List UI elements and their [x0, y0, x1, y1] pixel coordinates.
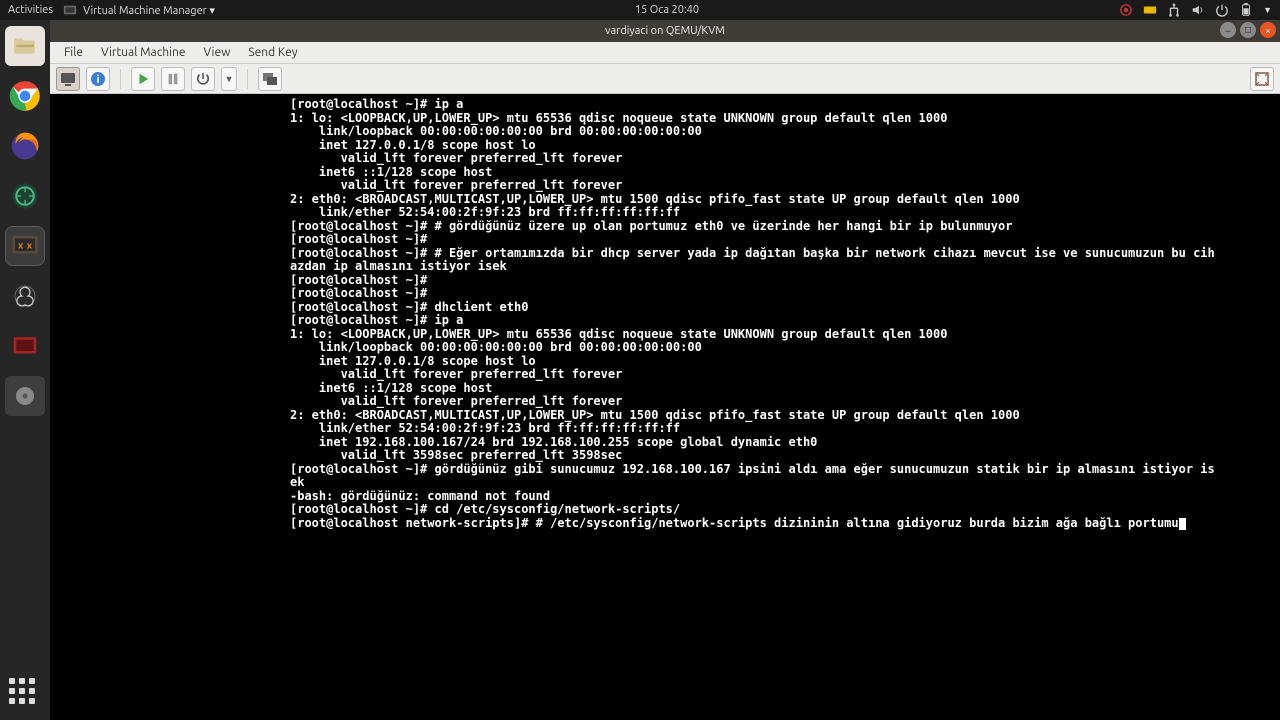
dock-files[interactable]: [5, 26, 45, 66]
keyboard-icon[interactable]: [1143, 3, 1157, 17]
chevron-down-icon[interactable]: ▼: [1263, 5, 1272, 15]
gnome-top-panel: Activities Virtual Machine Manager ▾ 15 …: [0, 0, 1280, 20]
menubar: File Virtual Machine View Send Key: [50, 42, 1280, 64]
monitor-icon: [60, 71, 76, 87]
snapshot-icon: [262, 71, 278, 87]
battery-icon[interactable]: [1239, 3, 1253, 17]
close-button[interactable]: ×: [1260, 22, 1276, 38]
chevron-down-icon: ▼: [225, 74, 234, 84]
firefox-icon: [9, 130, 41, 162]
menu-sendkey[interactable]: Send Key: [240, 44, 305, 61]
svg-text:i: i: [96, 74, 99, 86]
app-menu-label: Virtual Machine Manager ▾: [83, 4, 215, 17]
fullscreen-button[interactable]: [1250, 67, 1274, 91]
vmm-icon: [63, 3, 77, 17]
disk-icon: [13, 384, 37, 408]
show-apps-button[interactable]: [9, 678, 41, 710]
dock-firefox[interactable]: [5, 126, 45, 166]
minimize-button[interactable]: −: [1220, 22, 1236, 38]
network-icon[interactable]: [1167, 3, 1181, 17]
dock-app-green[interactable]: [5, 176, 45, 216]
snapshot-button[interactable]: [258, 67, 282, 91]
dock: [0, 20, 50, 720]
volume-icon[interactable]: [1191, 3, 1205, 17]
vm-console[interactable]: [root@localhost ~]# ip a 1: lo: <LOOPBAC…: [50, 94, 1280, 720]
folder-icon: [12, 33, 38, 59]
app-menu[interactable]: Virtual Machine Manager ▾: [63, 3, 215, 17]
toolbar: i ▼: [50, 64, 1280, 94]
separator: [247, 69, 248, 89]
record-icon[interactable]: [1119, 3, 1133, 17]
window-title: vardiyaci on QEMU/KVM: [50, 25, 1280, 37]
pause-button[interactable]: [161, 67, 185, 91]
menu-file[interactable]: File: [56, 44, 91, 61]
separator: [120, 69, 121, 89]
pause-icon: [166, 72, 180, 86]
screenshot-icon: [10, 331, 40, 361]
vm-window: vardiyaci on QEMU/KVM − □ × File Virtual…: [50, 20, 1280, 720]
power-icon: [196, 72, 210, 86]
activities-button[interactable]: Activities: [8, 4, 53, 16]
green-app-icon: [10, 181, 40, 211]
clock[interactable]: 15 Oca 20:40: [215, 4, 1119, 16]
dock-chrome[interactable]: [5, 76, 45, 116]
power-icon[interactable]: [1215, 3, 1229, 17]
info-icon: i: [90, 71, 106, 87]
menu-view[interactable]: View: [196, 44, 239, 61]
dock-screenshot[interactable]: [5, 326, 45, 366]
vmm-icon: [10, 231, 40, 261]
dock-obs[interactable]: [5, 276, 45, 316]
dock-disk[interactable]: [5, 376, 45, 416]
dock-vmm[interactable]: [5, 226, 45, 266]
system-tray[interactable]: ▼: [1119, 3, 1272, 17]
obs-icon: [10, 281, 40, 311]
run-button[interactable]: [131, 67, 155, 91]
menu-vm[interactable]: Virtual Machine: [93, 44, 194, 61]
terminal-output[interactable]: [root@localhost ~]# ip a 1: lo: <LOOPBAC…: [50, 94, 1280, 720]
chrome-icon: [9, 80, 41, 112]
console-button[interactable]: [56, 67, 80, 91]
maximize-button[interactable]: □: [1240, 22, 1256, 38]
shutdown-button[interactable]: [191, 67, 215, 91]
window-titlebar[interactable]: vardiyaci on QEMU/KVM − □ ×: [50, 20, 1280, 42]
shutdown-menu-button[interactable]: ▼: [221, 67, 237, 91]
fullscreen-icon: [1254, 71, 1270, 87]
details-button[interactable]: i: [86, 67, 110, 91]
play-icon: [136, 72, 150, 86]
